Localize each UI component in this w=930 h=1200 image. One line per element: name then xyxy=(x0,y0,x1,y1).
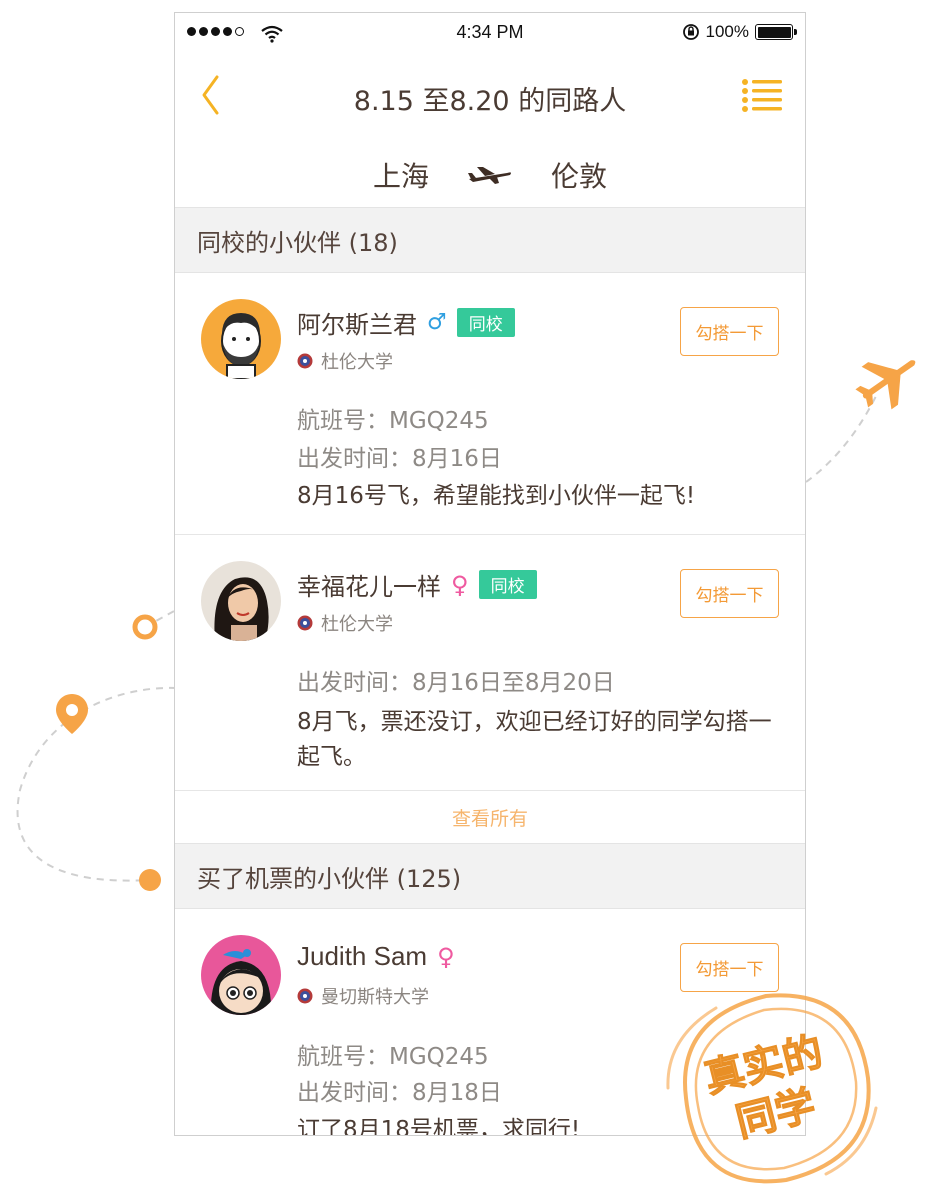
school-crest-icon xyxy=(297,353,313,369)
battery-icon xyxy=(755,24,797,40)
airplane-icon xyxy=(855,360,916,410)
user-message: 8月飞，票还没订，欢迎已经订好的同学勾搭一起飞。 xyxy=(297,709,772,770)
connect-button[interactable]: 勾搭一下 xyxy=(680,307,779,356)
list-item[interactable]: 阿尔斯兰君 ♂ 同校 杜伦大学 勾搭一下 航班号：MGQ245 出发时间：8月1… xyxy=(175,273,805,535)
flight-number: 航班号：MGQ245 xyxy=(297,408,489,434)
page-title: 8.15 至8.20 的同路人 xyxy=(353,86,627,117)
school-line: 曼切斯特大学 xyxy=(297,983,429,1009)
list-menu-icon[interactable] xyxy=(741,77,783,115)
name-line: 阿尔斯兰君 ♂ 同校 xyxy=(297,305,515,340)
phone-screen: 4:34 PM 100% 8.15 至8.20 的同路人 上海 伦敦 同校的小伙… xyxy=(174,12,806,1136)
school-crest-icon xyxy=(297,988,313,1004)
user-name: Judith Sam xyxy=(297,941,428,971)
school-line: 杜伦大学 xyxy=(297,610,393,636)
route-origin: 上海 xyxy=(372,160,429,193)
rotation-lock-icon xyxy=(682,24,699,40)
female-gender-icon: ♀ xyxy=(437,942,455,971)
location-pin-icon xyxy=(56,694,88,734)
user-name: 阿尔斯兰君 xyxy=(297,311,417,339)
user-message: 8月16号飞，希望能找到小伙伴一起飞! xyxy=(297,483,696,509)
section-header-ticket-buyers: 买了机票的小伙伴 (125) xyxy=(175,843,805,909)
school-name: 杜伦大学 xyxy=(321,352,393,373)
status-bar: 4:34 PM 100% xyxy=(175,13,805,55)
avatar[interactable] xyxy=(201,935,281,1015)
female-gender-icon: ♀ xyxy=(451,570,469,599)
name-line: 幸福花儿一样 ♀ 同校 xyxy=(297,567,537,602)
male-gender-icon: ♂ xyxy=(427,310,447,335)
school-name: 曼切斯特大学 xyxy=(321,987,429,1008)
same-school-badge: 同校 xyxy=(478,570,537,599)
departure-time: 出发时间：8月18日 xyxy=(297,1080,502,1106)
route-destination: 伦敦 xyxy=(551,160,608,193)
plane-icon xyxy=(468,167,511,184)
school-name: 杜伦大学 xyxy=(321,614,393,635)
battery-area: 100% xyxy=(682,22,797,42)
same-school-badge: 同校 xyxy=(456,308,515,337)
filled-dot xyxy=(139,869,161,891)
connect-button[interactable]: 勾搭一下 xyxy=(680,569,779,618)
route-row: 上海 伦敦 xyxy=(175,143,805,207)
nav-bar: 8.15 至8.20 的同路人 xyxy=(175,55,805,143)
view-all-link[interactable]: 查看所有 xyxy=(175,791,805,843)
avatar[interactable] xyxy=(201,299,281,379)
school-crest-icon xyxy=(297,615,313,631)
school-line: 杜伦大学 xyxy=(297,348,393,374)
departure-time: 出发时间：8月16日至8月20日 xyxy=(297,670,615,696)
real-classmates-stamp: 真实的 同学 xyxy=(666,993,878,1184)
battery-percent: 100% xyxy=(705,22,749,41)
departure-time: 出发时间：8月16日 xyxy=(297,446,502,472)
user-name: 幸福花儿一样 xyxy=(297,573,441,601)
flight-number: 航班号：MGQ245 xyxy=(297,1044,489,1070)
section-header-same-school: 同校的小伙伴 (18) xyxy=(175,207,805,273)
avatar[interactable] xyxy=(201,561,281,641)
ring-dot xyxy=(132,614,158,640)
name-line: Judith Sam ♀ xyxy=(297,941,455,972)
list-item[interactable]: 幸福花儿一样 ♀ 同校 杜伦大学 勾搭一下 出发时间：8月16日至8月20日 8… xyxy=(175,535,805,791)
